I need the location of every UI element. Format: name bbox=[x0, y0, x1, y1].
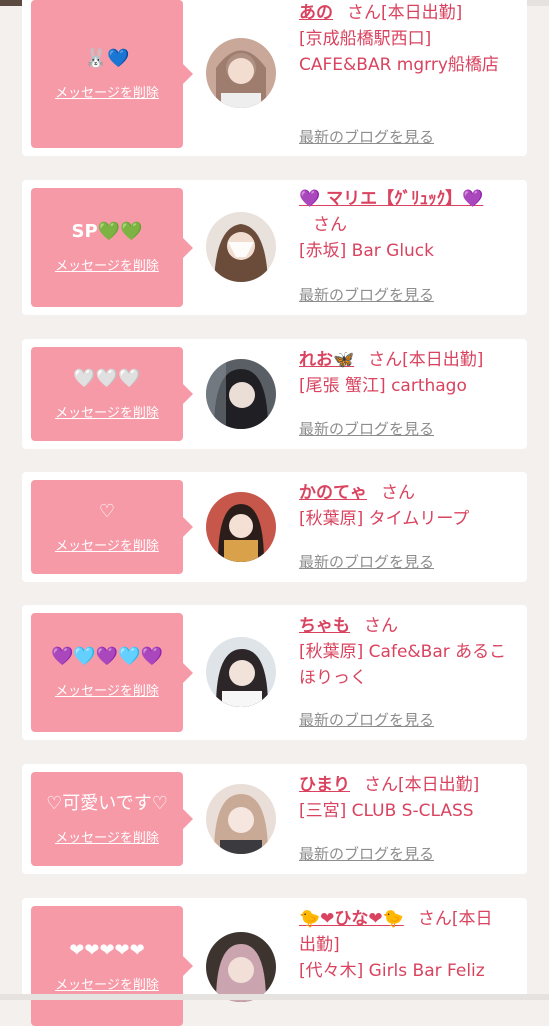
cast-info: ひまり さん[本日出勤] [三宮] CLUB S-CLASS bbox=[299, 772, 509, 824]
honorific: さん bbox=[364, 775, 398, 795]
shop-name: [代々木] Girls Bar Feliz bbox=[299, 961, 485, 981]
cast-info: れお🦋 さん[本日出勤] [尾張 蟹江] carthago bbox=[299, 347, 509, 399]
message-card: SP💚💚 メッセージを削除 💜 マリエ【ｸﾞﾘｭｯｸ】💜 さん [赤坂] Bar … bbox=[22, 180, 527, 315]
avatar[interactable] bbox=[206, 784, 276, 854]
honorific: さん bbox=[381, 483, 415, 503]
avatar[interactable] bbox=[206, 38, 276, 108]
cast-info: ちゃも さん [秋葉原] Cafe&Bar あるこほりっく bbox=[299, 613, 509, 691]
shop-name: [赤坂] Bar Gluck bbox=[299, 241, 435, 261]
message-text: 🤍🤍🤍 bbox=[73, 367, 141, 389]
avatar[interactable] bbox=[206, 932, 276, 1002]
status-badge: [本日出勤] bbox=[381, 3, 463, 23]
latest-blog-link[interactable]: 最新のブログを見る bbox=[299, 418, 434, 439]
delete-message-link[interactable]: メッセージを削除 bbox=[55, 255, 159, 274]
message-card: ♡ メッセージを削除 かのてゃ さん [秋葉原] タイムリープ 最新のブログを見る bbox=[22, 472, 527, 582]
status-badge: [本日出勤] bbox=[398, 775, 480, 795]
delete-message-link[interactable]: メッセージを削除 bbox=[55, 82, 159, 101]
avatar[interactable] bbox=[206, 492, 276, 562]
message-bubble: 💜🩵💜🩵💜 メッセージを削除 bbox=[31, 613, 193, 732]
avatar-photo bbox=[206, 784, 276, 854]
latest-blog-link[interactable]: 最新のブログを見る bbox=[299, 126, 434, 147]
avatar-photo bbox=[206, 637, 276, 707]
message-text: ♡可愛いです♡ bbox=[46, 792, 168, 814]
bottom-edge bbox=[0, 994, 549, 1000]
shop-name: [秋葉原] Cafe&Bar あるこほりっく bbox=[299, 642, 507, 688]
honorific: さん bbox=[364, 616, 398, 636]
message-text: ❤❤❤❤❤ bbox=[69, 939, 145, 961]
cast-info: かのてゃ さん [秋葉原] タイムリープ bbox=[299, 480, 509, 532]
avatar[interactable] bbox=[206, 212, 276, 282]
avatar[interactable] bbox=[206, 359, 276, 429]
avatar-photo bbox=[206, 932, 276, 1002]
cast-name-link[interactable]: ちゃも bbox=[299, 616, 350, 636]
cast-info: 🐤❤ひな❤🐤 さん[本日出勤] [代々木] Girls Bar Feliz bbox=[299, 906, 509, 984]
cast-name-link[interactable]: あの bbox=[299, 3, 333, 23]
cast-name-link[interactable]: ひまり bbox=[299, 775, 350, 795]
delete-message-link[interactable]: メッセージを削除 bbox=[55, 535, 159, 554]
avatar-photo bbox=[206, 212, 276, 282]
shop-name: [京成船橋駅西口] CAFE&BAR mgrry船橋店 bbox=[299, 29, 499, 75]
delete-message-link[interactable]: メッセージを削除 bbox=[55, 974, 159, 993]
message-card: 💜🩵💜🩵💜 メッセージを削除 ちゃも さん [秋葉原] Cafe&Bar あるこほ… bbox=[22, 605, 527, 740]
shop-name: [秋葉原] タイムリープ bbox=[299, 509, 470, 529]
latest-blog-link[interactable]: 最新のブログを見る bbox=[299, 551, 434, 572]
cast-name-link[interactable]: 🐤❤ひな❤🐤 bbox=[299, 909, 404, 929]
honorific: さん bbox=[368, 350, 403, 370]
delete-message-link[interactable]: メッセージを削除 bbox=[55, 402, 159, 421]
avatar-photo bbox=[206, 492, 276, 562]
cast-name-link[interactable]: かのてゃ bbox=[299, 483, 367, 503]
message-card: ♡可愛いです♡ メッセージを削除 ひまり さん[本日出勤] [三宮] CLUB S… bbox=[22, 764, 527, 874]
message-bubble: ❤❤❤❤❤ メッセージを削除 bbox=[31, 906, 193, 1026]
latest-blog-link[interactable]: 最新のブログを見る bbox=[299, 709, 434, 730]
cast-info: あの さん[本日出勤] [京成船橋駅西口] CAFE&BAR mgrry船橋店 bbox=[299, 0, 509, 78]
honorific: さん bbox=[347, 3, 381, 23]
message-card: 🤍🤍🤍 メッセージを削除 れお🦋 さん[本日出勤] [尾張 蟹江] carthag… bbox=[22, 339, 527, 449]
cast-info: 💜 マリエ【ｸﾞﾘｭｯｸ】💜 さん [赤坂] Bar Gluck bbox=[299, 186, 509, 264]
message-text: ♡ bbox=[98, 500, 116, 522]
message-card: 🐰💙 メッセージを削除 あの さん[本日出勤] [京成船橋駅西口] CAFE&BA… bbox=[22, 0, 527, 156]
message-bubble: ♡可愛いです♡ メッセージを削除 bbox=[31, 772, 193, 866]
cast-name-link[interactable]: 💜 マリエ【ｸﾞﾘｭｯｸ】💜 bbox=[299, 189, 483, 209]
avatar-photo bbox=[206, 38, 276, 108]
shop-name: [三宮] CLUB S-CLASS bbox=[299, 801, 474, 821]
message-text: 💜🩵💜🩵💜 bbox=[50, 646, 164, 667]
status-badge: [本日出勤] bbox=[402, 350, 484, 370]
latest-blog-link[interactable]: 最新のブログを見る bbox=[299, 284, 434, 305]
honorific: さん bbox=[313, 215, 347, 235]
honorific: さん bbox=[417, 909, 452, 929]
delete-message-link[interactable]: メッセージを削除 bbox=[55, 680, 159, 699]
message-bubble: 🐰💙 メッセージを削除 bbox=[31, 0, 193, 148]
avatar[interactable] bbox=[206, 637, 276, 707]
message-bubble: 🤍🤍🤍 メッセージを削除 bbox=[31, 347, 193, 441]
delete-message-link[interactable]: メッセージを削除 bbox=[55, 827, 159, 846]
message-bubble: ♡ メッセージを削除 bbox=[31, 480, 193, 574]
shop-name: [尾張 蟹江] carthago bbox=[299, 376, 467, 396]
message-bubble: SP💚💚 メッセージを削除 bbox=[31, 188, 193, 307]
message-text: SP💚💚 bbox=[71, 221, 143, 242]
avatar-photo bbox=[206, 359, 276, 429]
latest-blog-link[interactable]: 最新のブログを見る bbox=[299, 843, 434, 864]
message-card: ❤❤❤❤❤ メッセージを削除 🐤❤ひな❤🐤 さん[本日出勤] [代々木] Girl… bbox=[22, 898, 527, 1026]
cast-name-link[interactable]: れお🦋 bbox=[299, 350, 354, 370]
message-text: 🐰💙 bbox=[84, 47, 130, 69]
